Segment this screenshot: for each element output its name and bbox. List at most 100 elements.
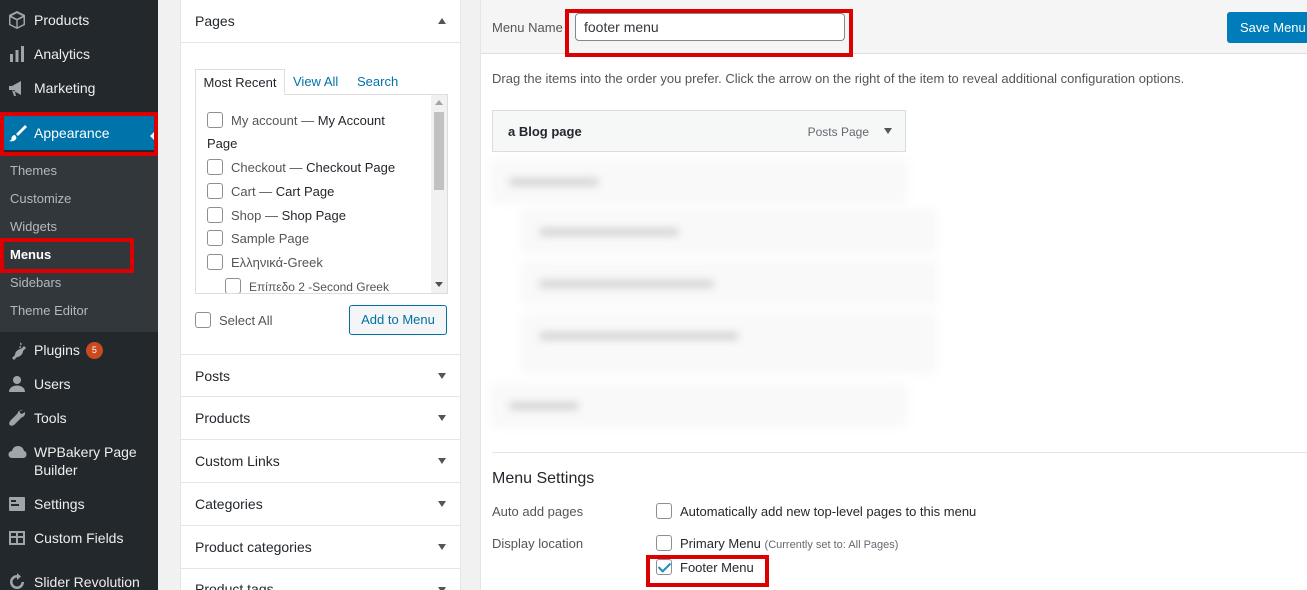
select-all-checkbox[interactable]: Select All	[195, 312, 272, 328]
checkbox[interactable]	[207, 254, 223, 270]
checkbox[interactable]	[195, 312, 211, 328]
page-checkbox-shop[interactable]: Shop — Shop Page	[207, 204, 346, 227]
checkbox[interactable]	[207, 207, 223, 223]
blurred-text	[539, 228, 679, 236]
users-icon	[0, 374, 34, 394]
display-location-label: Display location	[492, 536, 584, 551]
sidebar-item-label: Custom Fields	[34, 530, 124, 546]
page-checkbox-my-account[interactable]: My account — My Account	[207, 109, 385, 132]
footer-menu-checkbox[interactable]: Footer Menu	[656, 559, 754, 575]
posts-section-header[interactable]: Posts	[181, 354, 460, 397]
expand-arrow-icon[interactable]	[438, 501, 446, 507]
pages-section-title: Pages	[195, 13, 235, 29]
expand-arrow-icon[interactable]	[884, 128, 892, 134]
tab-most-recent[interactable]: Most Recent	[195, 69, 285, 95]
sidebar-item-analytics[interactable]: Analytics	[0, 37, 158, 71]
primary-menu-checkbox[interactable]: Primary Menu (Currently set to: All Page…	[656, 535, 898, 551]
table-icon	[0, 528, 34, 548]
menu-name-input[interactable]	[575, 13, 845, 41]
scroll-down-arrow-icon[interactable]	[435, 282, 443, 287]
sidebar-item-label: Products	[34, 12, 90, 28]
checkbox-checked[interactable]	[656, 559, 672, 575]
sidebar-item-label: Users	[34, 376, 71, 392]
pages-section-header[interactable]: Pages	[181, 0, 460, 43]
submenu-item-customize[interactable]: Customize	[10, 185, 71, 213]
pages-checklist: My account — My Account Page Checkout — …	[195, 94, 448, 294]
menu-item-title: a Blog page	[508, 124, 582, 139]
menu-editor: Menu Name Save Menu Drag the items into …	[480, 0, 1307, 590]
blurred-text	[539, 280, 714, 288]
admin-sidebar: Products Analytics Marketing Appearance …	[0, 0, 158, 590]
checkbox[interactable]	[207, 183, 223, 199]
page-checkbox-greek[interactable]: Ελληνικά-Greek	[207, 251, 323, 274]
menu-header: Menu Name Save Menu	[481, 0, 1307, 54]
menu-name-label: Menu Name	[492, 20, 563, 35]
expand-arrow-icon[interactable]	[438, 458, 446, 464]
pages-tabs: Most Recent View All Search	[195, 69, 448, 95]
menu-item-blog-page[interactable]: a Blog page Posts Page	[492, 110, 906, 152]
sidebar-item-label: Analytics	[34, 46, 91, 62]
sidebar-item-label: Plugins	[34, 342, 80, 358]
checkbox[interactable]	[225, 278, 241, 293]
scrollbar-thumb[interactable]	[434, 112, 444, 190]
refresh-icon	[0, 572, 34, 590]
bar-chart-icon	[0, 44, 34, 64]
appearance-submenu: Themes Customize Widgets Menus Sidebars …	[0, 154, 158, 332]
sidebar-item-label: WPBakery Page Builder	[34, 444, 137, 478]
page-checkbox-sample[interactable]: Sample Page	[207, 227, 309, 250]
collapse-arrow-icon[interactable]	[438, 18, 446, 24]
scrollbar[interactable]	[431, 95, 447, 293]
submenu-item-theme-editor[interactable]: Theme Editor	[10, 297, 88, 325]
expand-arrow-icon[interactable]	[438, 544, 446, 550]
update-count-badge: 5	[85, 341, 103, 359]
sidebar-item-label: Tools	[34, 410, 67, 426]
checkbox[interactable]	[207, 159, 223, 175]
expand-arrow-icon[interactable]	[438, 415, 446, 421]
sidebar-item-settings[interactable]: Settings	[0, 487, 158, 521]
checkbox[interactable]	[207, 230, 223, 246]
checkbox[interactable]	[656, 535, 672, 551]
sidebar-item-wpbakery[interactable]: WPBakery Page Builder	[0, 443, 158, 479]
auto-add-label: Auto add pages	[492, 504, 584, 519]
tab-search[interactable]: Search	[357, 69, 398, 95]
sidebar-item-plugins[interactable]: Plugins 5	[0, 333, 158, 367]
sidebar-item-label: Settings	[34, 496, 85, 512]
paintbrush-icon	[0, 123, 34, 143]
cube-icon	[0, 10, 34, 30]
sidebar-item-users[interactable]: Users	[0, 367, 158, 401]
sidebar-item-marketing[interactable]: Marketing	[0, 71, 158, 105]
products-section-header[interactable]: Products	[181, 397, 460, 440]
page-checkbox-second-greek[interactable]: Επίπεδο 2 -Second Greek	[225, 275, 389, 293]
sidebar-item-appearance[interactable]: Appearance	[0, 116, 158, 150]
sidebar-item-tools[interactable]: Tools	[0, 401, 158, 435]
checkbox[interactable]	[207, 112, 223, 128]
checkbox[interactable]	[656, 503, 672, 519]
product-tags-section-header[interactable]: Product tags	[181, 569, 460, 590]
tab-view-all[interactable]: View All	[293, 69, 338, 95]
sidebar-item-slider-revolution[interactable]: Slider Revolution	[0, 565, 158, 590]
plugin-icon	[0, 340, 34, 360]
blurred-menu-item	[522, 314, 936, 372]
menu-item-type: Posts Page	[807, 125, 869, 139]
blurred-text	[539, 332, 739, 340]
add-to-menu-button[interactable]: Add to Menu	[349, 305, 447, 335]
sidebar-item-label: Appearance	[34, 125, 110, 141]
submenu-item-menus[interactable]: Menus	[10, 241, 51, 269]
sidebar-item-custom-fields[interactable]: Custom Fields	[0, 521, 158, 555]
product-categories-section-header[interactable]: Product categories	[181, 526, 460, 569]
page-checkbox-cart[interactable]: Cart — Cart Page	[207, 180, 334, 203]
categories-section-header[interactable]: Categories	[181, 483, 460, 526]
page-checkbox-checkout[interactable]: Checkout — Checkout Page	[207, 156, 395, 179]
megaphone-icon	[0, 78, 34, 98]
submenu-item-widgets[interactable]: Widgets	[10, 213, 57, 241]
auto-add-checkbox[interactable]: Automatically add new top-level pages to…	[656, 503, 976, 519]
sidebar-item-products[interactable]: Products	[0, 3, 158, 37]
custom-links-section-header[interactable]: Custom Links	[181, 440, 460, 483]
wrench-icon	[0, 408, 34, 428]
submenu-item-themes[interactable]: Themes	[10, 157, 57, 185]
save-menu-button[interactable]: Save Menu	[1227, 12, 1307, 43]
submenu-item-sidebars[interactable]: Sidebars	[10, 269, 61, 297]
sidebar-item-label: Marketing	[34, 80, 96, 96]
expand-arrow-icon[interactable]	[438, 373, 446, 379]
scroll-up-arrow-icon[interactable]	[435, 100, 443, 105]
